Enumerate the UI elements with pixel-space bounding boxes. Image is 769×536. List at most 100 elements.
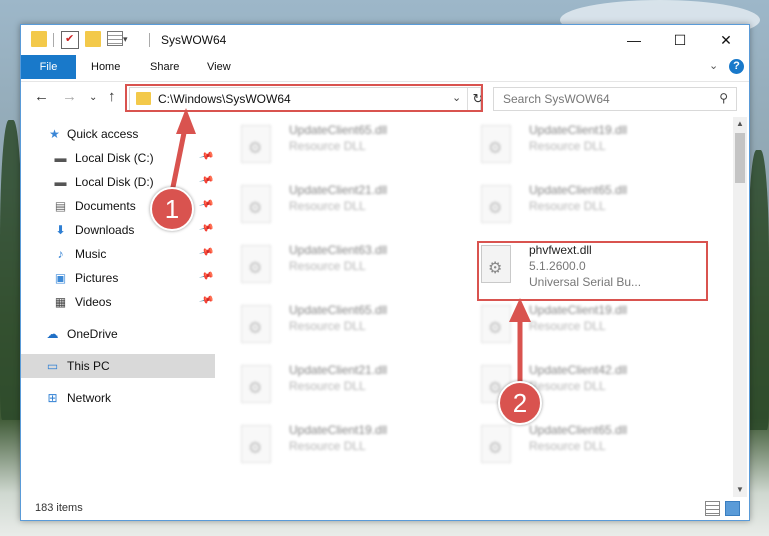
dll-file-icon: ⚙ [481, 185, 511, 223]
file-tile[interactable]: ⚙ UpdateClient65.dll Resource DLL [467, 417, 697, 471]
customize-toolbar-icon[interactable] [107, 31, 123, 46]
sidebar-item-label: Pictures [75, 271, 119, 285]
file-highlight [477, 241, 708, 301]
sidebar-item-label: Quick access [67, 127, 139, 141]
file-description: Resource DLL [289, 259, 366, 273]
status-bar: 183 items [21, 497, 749, 519]
separator [149, 33, 150, 47]
sidebar-item-onedrive[interactable]: ☁ OneDrive [21, 322, 215, 346]
sidebar-item-label: This PC [67, 359, 110, 373]
sidebar-item-pictures[interactable]: ▣ Pictures 📌 [21, 266, 215, 290]
scroll-down-icon[interactable]: ▼ [733, 483, 747, 497]
music-icon: ♪ [57, 247, 64, 261]
recent-locations-chevron-icon[interactable]: ⌄ [89, 92, 97, 103]
sidebar-item-network[interactable]: ⊞ Network [21, 386, 215, 410]
tab-home[interactable]: Home [91, 55, 120, 79]
step-2-badge: 2 [498, 381, 542, 425]
network-icon: ⊞ [47, 391, 58, 405]
file-description: Resource DLL [289, 139, 366, 153]
file-tile[interactable]: ⚙ UpdateClient19.dll Resource DLL [467, 117, 697, 171]
minimize-button[interactable]: — [611, 25, 657, 55]
gear-icon: ⚙ [248, 380, 263, 397]
item-count: 183 items [35, 502, 83, 514]
file-tile[interactable]: ⚙ UpdateClient65.dll Resource DLL [227, 297, 457, 351]
pin-icon: 📌 [198, 220, 215, 237]
chevron-down-icon[interactable]: ▾ [123, 34, 139, 50]
file-name: UpdateClient19.dll [289, 423, 388, 437]
forward-arrow-icon[interactable]: → [62, 88, 77, 105]
gear-icon: ⚙ [488, 320, 503, 337]
gear-icon: ⚙ [248, 320, 263, 337]
cloud-icon: ☁ [46, 327, 59, 341]
dll-file-icon: ⚙ [241, 365, 271, 403]
scrollbar-thumb[interactable] [735, 133, 745, 183]
file-name: UpdateClient65.dll [529, 423, 628, 437]
large-icons-view-icon[interactable] [725, 501, 740, 516]
file-description: Resource DLL [529, 319, 606, 333]
background-tree [748, 150, 769, 430]
help-icon[interactable]: ? [729, 59, 744, 74]
sidebar-item-music[interactable]: ♪ Music 📌 [21, 242, 215, 266]
gear-icon: ⚙ [488, 200, 503, 217]
sidebar-item-this-pc[interactable]: ▭ This PC [21, 354, 215, 378]
dll-file-icon: ⚙ [241, 425, 271, 463]
up-arrow-icon[interactable]: ↑ [108, 88, 116, 105]
pin-icon: 📌 [198, 196, 215, 213]
file-description: Resource DLL [529, 199, 606, 213]
gear-icon: ⚙ [248, 440, 263, 457]
file-name: UpdateClient65.dll [289, 123, 388, 137]
file-tile[interactable]: ⚙ UpdateClient63.dll Resource DLL [227, 237, 457, 291]
file-tile[interactable]: ⚙ UpdateClient19.dll Resource DLL [467, 297, 697, 351]
folder-icon [31, 31, 47, 47]
dll-file-icon: ⚙ [241, 245, 271, 283]
navigation-pane: ★ Quick access ▬ Local Disk (C:) 📌 ▬ Loc… [21, 117, 215, 497]
step-1-badge: 1 [150, 187, 194, 231]
properties-check-icon[interactable] [61, 31, 79, 49]
dll-file-icon: ⚙ [481, 425, 511, 463]
file-name: UpdateClient21.dll [289, 363, 388, 377]
file-tile[interactable]: ⚙ UpdateClient65.dll Resource DLL [467, 177, 697, 231]
sidebar-item-label: Downloads [75, 223, 135, 237]
expand-ribbon-icon[interactable]: ⌄ [709, 59, 718, 72]
scroll-up-icon[interactable]: ▲ [733, 117, 747, 131]
file-tile[interactable]: ⚙ UpdateClient65.dll Resource DLL [227, 117, 457, 171]
sidebar-item-label: Music [75, 247, 107, 261]
star-icon: ★ [49, 127, 60, 141]
sidebar-item-label: Local Disk (D:) [75, 175, 154, 189]
drive-icon: ▬ [54, 151, 67, 165]
computer-icon: ▭ [46, 359, 59, 373]
file-name: UpdateClient65.dll [289, 303, 388, 317]
title-bar: ▾ SysWOW64 — ☐ ✕ [21, 25, 749, 55]
sidebar-item-local-disk-d[interactable]: ▬ Local Disk (D:) 📌 [21, 170, 215, 194]
gear-icon: ⚙ [248, 260, 263, 277]
file-tile[interactable]: ⚙ UpdateClient21.dll Resource DLL [227, 177, 457, 231]
sidebar-item-local-disk-c[interactable]: ▬ Local Disk (C:) 📌 [21, 146, 215, 170]
dll-file-icon: ⚙ [481, 305, 511, 343]
file-list: ⚙ UpdateClient65.dll Resource DLL ⚙ Upda… [227, 117, 729, 497]
file-tile[interactable]: ⚙ UpdateClient19.dll Resource DLL [227, 417, 457, 471]
sidebar-item-videos[interactable]: ▦ Videos 📌 [21, 290, 215, 314]
file-description: Resource DLL [289, 439, 366, 453]
drive-icon: ▬ [54, 175, 67, 189]
close-button[interactable]: ✕ [703, 25, 749, 55]
back-arrow-icon[interactable]: ← [34, 88, 49, 105]
tab-share[interactable]: Share [150, 55, 179, 79]
videos-icon: ▦ [54, 295, 67, 309]
maximize-button[interactable]: ☐ [657, 25, 703, 55]
gear-icon: ⚙ [248, 140, 263, 157]
search-input[interactable]: Search SysWOW64 ⚲ [493, 87, 737, 111]
tab-file[interactable]: File [21, 55, 76, 79]
details-view-icon[interactable] [705, 501, 720, 516]
file-description: Resource DLL [529, 439, 606, 453]
new-folder-icon[interactable] [85, 31, 101, 47]
search-icon[interactable]: ⚲ [719, 91, 728, 105]
dll-file-icon: ⚙ [241, 185, 271, 223]
dll-file-icon: ⚙ [241, 305, 271, 343]
file-tile[interactable]: ⚙ UpdateClient21.dll Resource DLL [227, 357, 457, 411]
vertical-scrollbar[interactable]: ▲ ▼ [733, 117, 747, 497]
sidebar-item-label: Documents [75, 199, 136, 213]
file-name: UpdateClient21.dll [289, 183, 388, 197]
sidebar-item-quick-access[interactable]: ★ Quick access [21, 122, 215, 146]
pin-icon: 📌 [198, 244, 215, 261]
tab-view[interactable]: View [207, 55, 231, 79]
